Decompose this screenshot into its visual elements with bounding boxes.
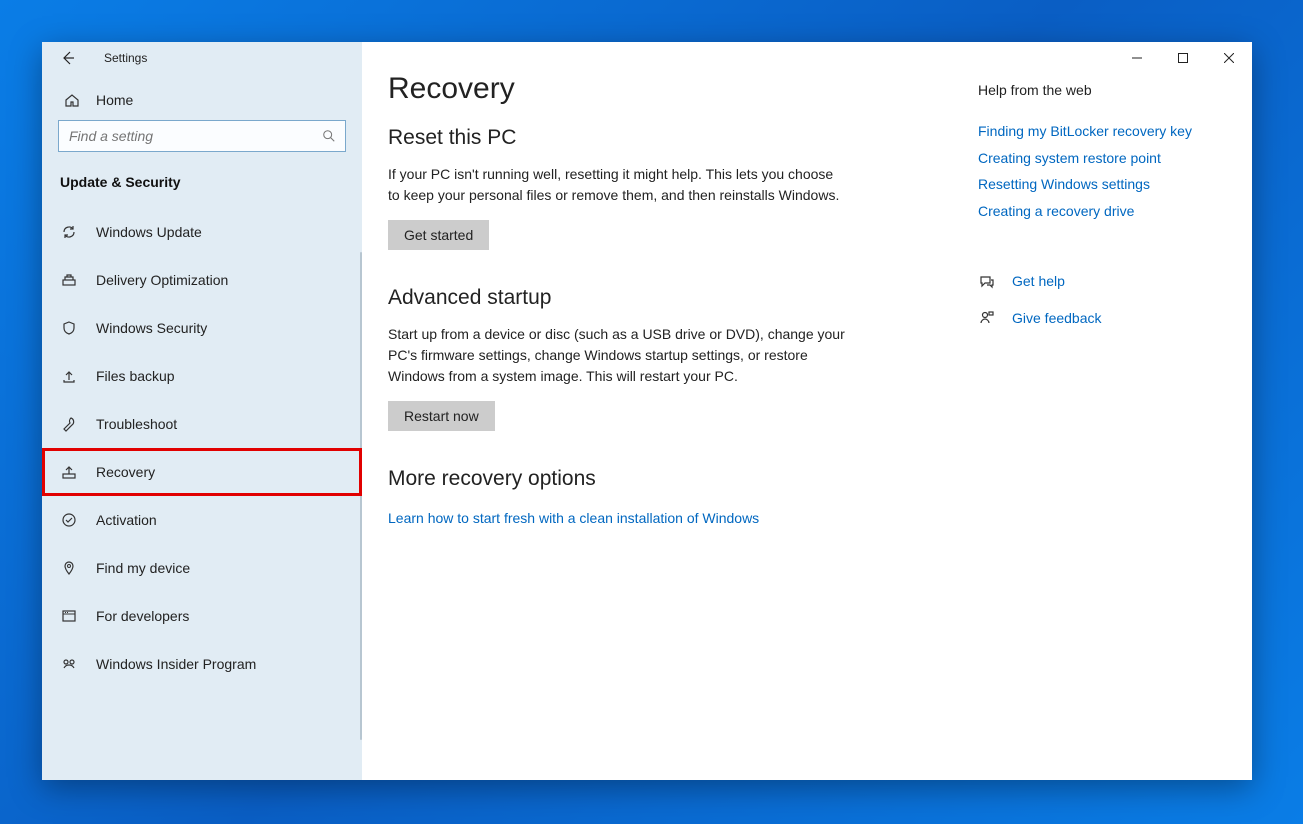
help-aside: Help from the web Finding my BitLocker r… bbox=[978, 72, 1212, 760]
backup-icon bbox=[60, 368, 78, 384]
sidebar-item-label: For developers bbox=[96, 608, 189, 624]
sidebar-item-activation[interactable]: Activation bbox=[42, 496, 362, 544]
fresh-install-link[interactable]: Learn how to start fresh with a clean in… bbox=[388, 505, 948, 532]
sidebar-home[interactable]: Home bbox=[42, 74, 362, 120]
chat-icon bbox=[978, 274, 996, 290]
restart-now-button[interactable]: Restart now bbox=[388, 401, 495, 431]
aside-heading: Help from the web bbox=[978, 82, 1212, 98]
get-help-link[interactable]: Get help bbox=[1012, 268, 1065, 295]
sidebar-item-troubleshoot[interactable]: Troubleshoot bbox=[42, 400, 362, 448]
delivery-icon bbox=[60, 272, 78, 288]
titlebar: Settings bbox=[42, 42, 362, 74]
section-heading: Reset this PC bbox=[388, 126, 948, 150]
section-more-recovery: More recovery options Learn how to start… bbox=[388, 467, 948, 532]
section-heading: More recovery options bbox=[388, 467, 948, 491]
window-title: Settings bbox=[104, 51, 147, 65]
sidebar-item-label: Windows Security bbox=[96, 320, 207, 336]
sidebar-item-label: Troubleshoot bbox=[96, 416, 177, 432]
sidebar-item-label: Activation bbox=[96, 512, 157, 528]
check-circle-icon bbox=[60, 512, 78, 528]
sidebar-item-label: Delivery Optimization bbox=[96, 272, 228, 288]
sidebar-item-label: Find my device bbox=[96, 560, 190, 576]
sidebar-item-delivery-optimization[interactable]: Delivery Optimization bbox=[42, 256, 362, 304]
recovery-icon bbox=[60, 464, 78, 480]
sidebar-item-find-my-device[interactable]: Find my device bbox=[42, 544, 362, 592]
sidebar-scrollbar[interactable] bbox=[360, 252, 362, 740]
sidebar-item-label: Windows Update bbox=[96, 224, 202, 240]
minimize-button[interactable] bbox=[1114, 42, 1160, 74]
sidebar-item-insider-program[interactable]: Windows Insider Program bbox=[42, 640, 362, 688]
sidebar-nav: Windows Update Delivery Optimization Win… bbox=[42, 208, 362, 688]
window-controls bbox=[1114, 42, 1252, 74]
section-body: Start up from a device or disc (such as … bbox=[388, 324, 848, 387]
home-label: Home bbox=[96, 92, 133, 108]
section-advanced-startup: Advanced startup Start up from a device … bbox=[388, 286, 948, 431]
back-button[interactable] bbox=[60, 50, 76, 66]
section-reset-pc: Reset this PC If your PC isn't running w… bbox=[388, 126, 948, 250]
search-container bbox=[42, 120, 362, 166]
sidebar-item-windows-security[interactable]: Windows Security bbox=[42, 304, 362, 352]
maximize-button[interactable] bbox=[1160, 42, 1206, 74]
sync-icon bbox=[60, 224, 78, 240]
sidebar-item-label: Files backup bbox=[96, 368, 175, 384]
code-icon bbox=[60, 608, 78, 624]
get-started-button[interactable]: Get started bbox=[388, 220, 489, 250]
sidebar-item-label: Recovery bbox=[96, 464, 155, 480]
help-link-restore-point[interactable]: Creating system restore point bbox=[978, 145, 1212, 172]
shield-icon bbox=[60, 320, 78, 336]
main-content: Recovery Reset this PC If your PC isn't … bbox=[362, 42, 1252, 780]
insider-icon bbox=[60, 656, 78, 672]
section-heading: Advanced startup bbox=[388, 286, 948, 310]
page-title: Recovery bbox=[388, 72, 948, 106]
help-link-recovery-drive[interactable]: Creating a recovery drive bbox=[978, 198, 1212, 225]
settings-window: Settings Home Update & Security Windo bbox=[42, 42, 1252, 780]
give-feedback-link[interactable]: Give feedback bbox=[1012, 305, 1102, 332]
get-help-row[interactable]: Get help bbox=[978, 268, 1212, 295]
location-icon bbox=[60, 560, 78, 576]
help-link-reset-settings[interactable]: Resetting Windows settings bbox=[978, 171, 1212, 198]
sidebar-item-for-developers[interactable]: For developers bbox=[42, 592, 362, 640]
sidebar-item-windows-update[interactable]: Windows Update bbox=[42, 208, 362, 256]
section-body: If your PC isn't running well, resetting… bbox=[388, 164, 848, 206]
sidebar-category: Update & Security bbox=[42, 166, 362, 208]
search-input[interactable] bbox=[58, 120, 346, 152]
sidebar: Settings Home Update & Security Windo bbox=[42, 42, 362, 780]
wrench-icon bbox=[60, 416, 78, 432]
help-link-bitlocker[interactable]: Finding my BitLocker recovery key bbox=[978, 118, 1212, 145]
home-icon bbox=[64, 92, 80, 108]
feedback-icon bbox=[978, 310, 996, 326]
sidebar-item-recovery[interactable]: Recovery bbox=[42, 448, 362, 496]
give-feedback-row[interactable]: Give feedback bbox=[978, 305, 1212, 332]
sidebar-item-label: Windows Insider Program bbox=[96, 656, 256, 672]
close-button[interactable] bbox=[1206, 42, 1252, 74]
sidebar-item-files-backup[interactable]: Files backup bbox=[42, 352, 362, 400]
